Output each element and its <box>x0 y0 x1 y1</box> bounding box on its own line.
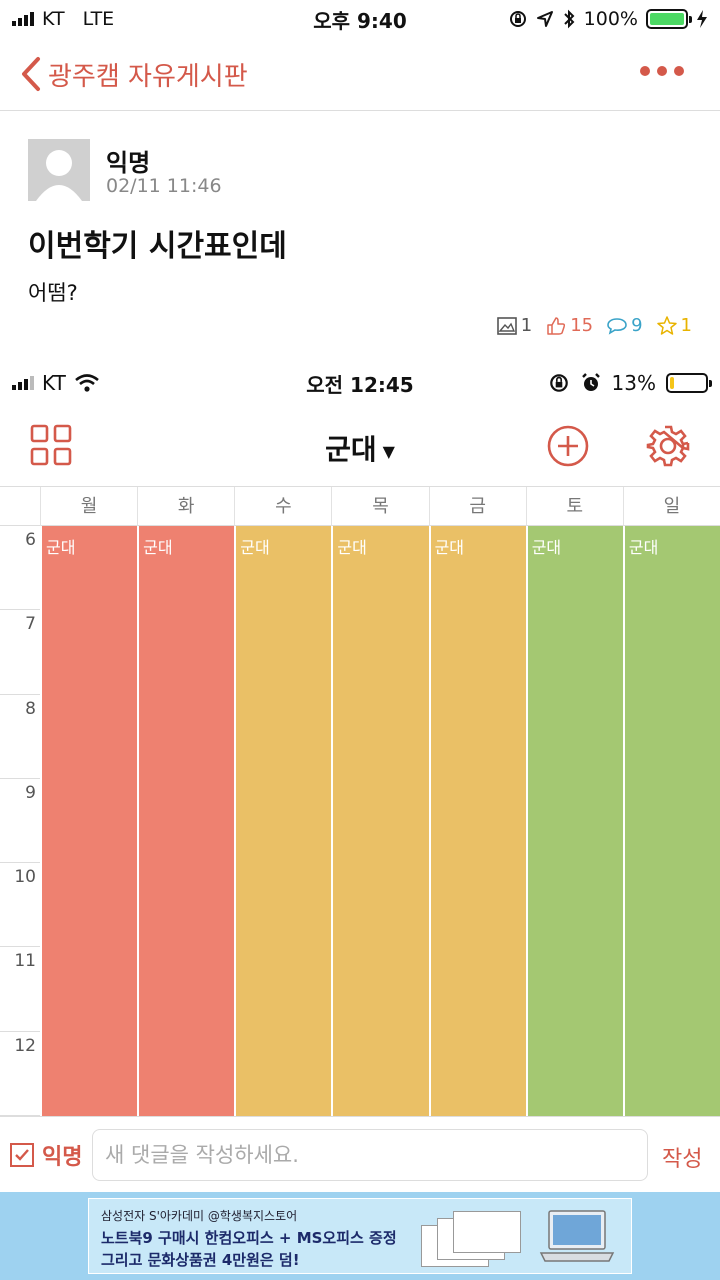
day-header: 일 <box>622 487 720 527</box>
class-block-label: 군대 <box>434 538 465 557</box>
back-button[interactable]: 광주캠 자유게시판 <box>20 56 248 93</box>
post-date: 02/11 11:46 <box>106 175 222 197</box>
day-header: 수 <box>234 487 331 527</box>
embedded-battery-icon <box>666 373 712 393</box>
day-header-row: 월화수목금토일 <box>0 486 720 527</box>
hour-column: 6 7 8 9 10 11 12 <box>0 526 40 1116</box>
class-block[interactable]: 군대 <box>525 526 623 1116</box>
anonymous-label: 익명 <box>42 1145 83 1170</box>
image-icon <box>496 316 517 335</box>
more-dots-icon[interactable] <box>640 66 684 76</box>
gear-icon[interactable] <box>646 424 690 468</box>
timetable: 월화수목금토일 6 7 8 9 10 11 12 군대 군대 군대 군대 군대 군대 군대 <box>0 486 720 1116</box>
ad-banner: 삼성전자 S'아카데미 @학생복지스토어 노트북9 구매시 한컴오피스 + MS… <box>0 1192 720 1280</box>
class-block[interactable]: 군대 <box>331 526 429 1116</box>
embedded-battery-percent: 13% <box>611 371 656 395</box>
embedded-status-bar: KT 오전 12:45 13% <box>0 360 720 406</box>
status-bar: KT LTE 오후 9:40 100% <box>0 0 720 38</box>
avatar <box>28 139 90 201</box>
orientation-lock-icon <box>509 11 526 27</box>
star-icon <box>656 315 677 335</box>
day-header: 월 <box>40 487 137 527</box>
battery-percent: 100% <box>583 8 638 30</box>
embedded-orientation-lock-icon <box>549 374 568 392</box>
comment-bar: 익명 작성 <box>0 1116 720 1192</box>
day-header: 목 <box>331 487 428 527</box>
ad-line-2: 노트북9 구매시 한컴오피스 + MS오피스 증정 <box>101 1229 397 1247</box>
battery-icon <box>646 9 692 29</box>
charging-icon <box>697 10 707 28</box>
network-label: LTE <box>82 8 115 30</box>
hour-label: 10 <box>0 863 40 948</box>
embedded-carrier: KT <box>42 371 66 395</box>
comment-input[interactable] <box>92 1129 648 1181</box>
class-block[interactable]: 군대 <box>622 526 720 1116</box>
class-block-label: 군대 <box>46 538 76 557</box>
class-block[interactable]: 군대 <box>40 526 138 1116</box>
board-title: 광주캠 자유게시판 <box>48 61 248 92</box>
class-block[interactable]: 군대 <box>234 526 332 1116</box>
scrap-count: 1 <box>680 315 692 336</box>
comment-icon <box>607 317 627 335</box>
timetable-title: 군대 <box>325 433 377 466</box>
submit-comment-button[interactable]: 작성 <box>662 1141 702 1173</box>
hour-label: 9 <box>0 779 40 864</box>
ad-line-3: 그리고 문화상품권 4만원은 덤! <box>101 1251 300 1269</box>
hour-label: 6 <box>0 526 40 611</box>
class-block-label: 군대 <box>143 538 173 557</box>
class-block-label: 군대 <box>531 538 562 557</box>
class-block-label: 군대 <box>337 538 367 557</box>
like-count: 15 <box>570 315 594 336</box>
hour-label: 12 <box>0 1032 40 1116</box>
embedded-signal-icon <box>12 376 34 390</box>
day-header: 화 <box>137 487 234 527</box>
day-header: 금 <box>428 487 526 527</box>
location-icon <box>536 11 553 27</box>
add-circle-icon[interactable] <box>546 424 590 468</box>
bluetooth-icon <box>563 9 575 29</box>
hour-label: 7 <box>0 610 40 695</box>
class-block-label: 군대 <box>628 538 659 557</box>
attached-image[interactable]: KT 오전 12:45 13% 군대 ▼ 월화수목금토일 6 7 8 9 10 11 12 군… <box>0 360 720 1116</box>
hour-label: 11 <box>0 947 40 1032</box>
anonymous-toggle[interactable]: 익명 <box>10 1139 82 1171</box>
post-stats: 1 15 9 1 <box>496 315 692 336</box>
comment-count: 9 <box>631 315 643 336</box>
nav-bar: 광주캠 자유게시판 <box>0 38 720 111</box>
ad-link[interactable]: 삼성전자 S'아카데미 @학생복지스토어 노트북9 구매시 한컴오피스 + MS… <box>88 1198 632 1274</box>
thumbs-up-icon <box>547 316 566 335</box>
image-count: 1 <box>520 315 533 336</box>
post: 익명 02/11 11:46 이번학기 시간표인데 어떰? 1 15 9 1 <box>0 111 720 349</box>
class-block[interactable]: 군대 <box>137 526 235 1116</box>
carrier-label: KT <box>42 8 65 30</box>
gift-card-image <box>421 1211 521 1267</box>
hour-label: 8 <box>0 695 40 779</box>
post-author: 익명 <box>106 149 151 177</box>
checkbox-icon <box>10 1143 34 1167</box>
ad-line-1: 삼성전자 S'아카데미 @학생복지스토어 <box>101 1209 298 1223</box>
laptop-image <box>539 1210 615 1262</box>
class-block[interactable]: 군대 <box>428 526 526 1116</box>
class-block-label: 군대 <box>240 538 270 557</box>
alarm-icon <box>581 373 600 391</box>
chevron-left-icon <box>22 57 40 91</box>
day-header: 토 <box>525 487 623 527</box>
post-body: 어떰? <box>28 281 78 305</box>
caret-down-icon: ▼ <box>382 441 395 461</box>
timetable-title-dropdown[interactable]: 군대 ▼ <box>0 428 720 468</box>
post-title: 이번학기 시간표인데 <box>28 229 287 264</box>
wifi-icon <box>74 374 99 392</box>
signal-icon <box>12 12 34 26</box>
timetable-toolbar: 군대 ▼ <box>0 406 720 486</box>
